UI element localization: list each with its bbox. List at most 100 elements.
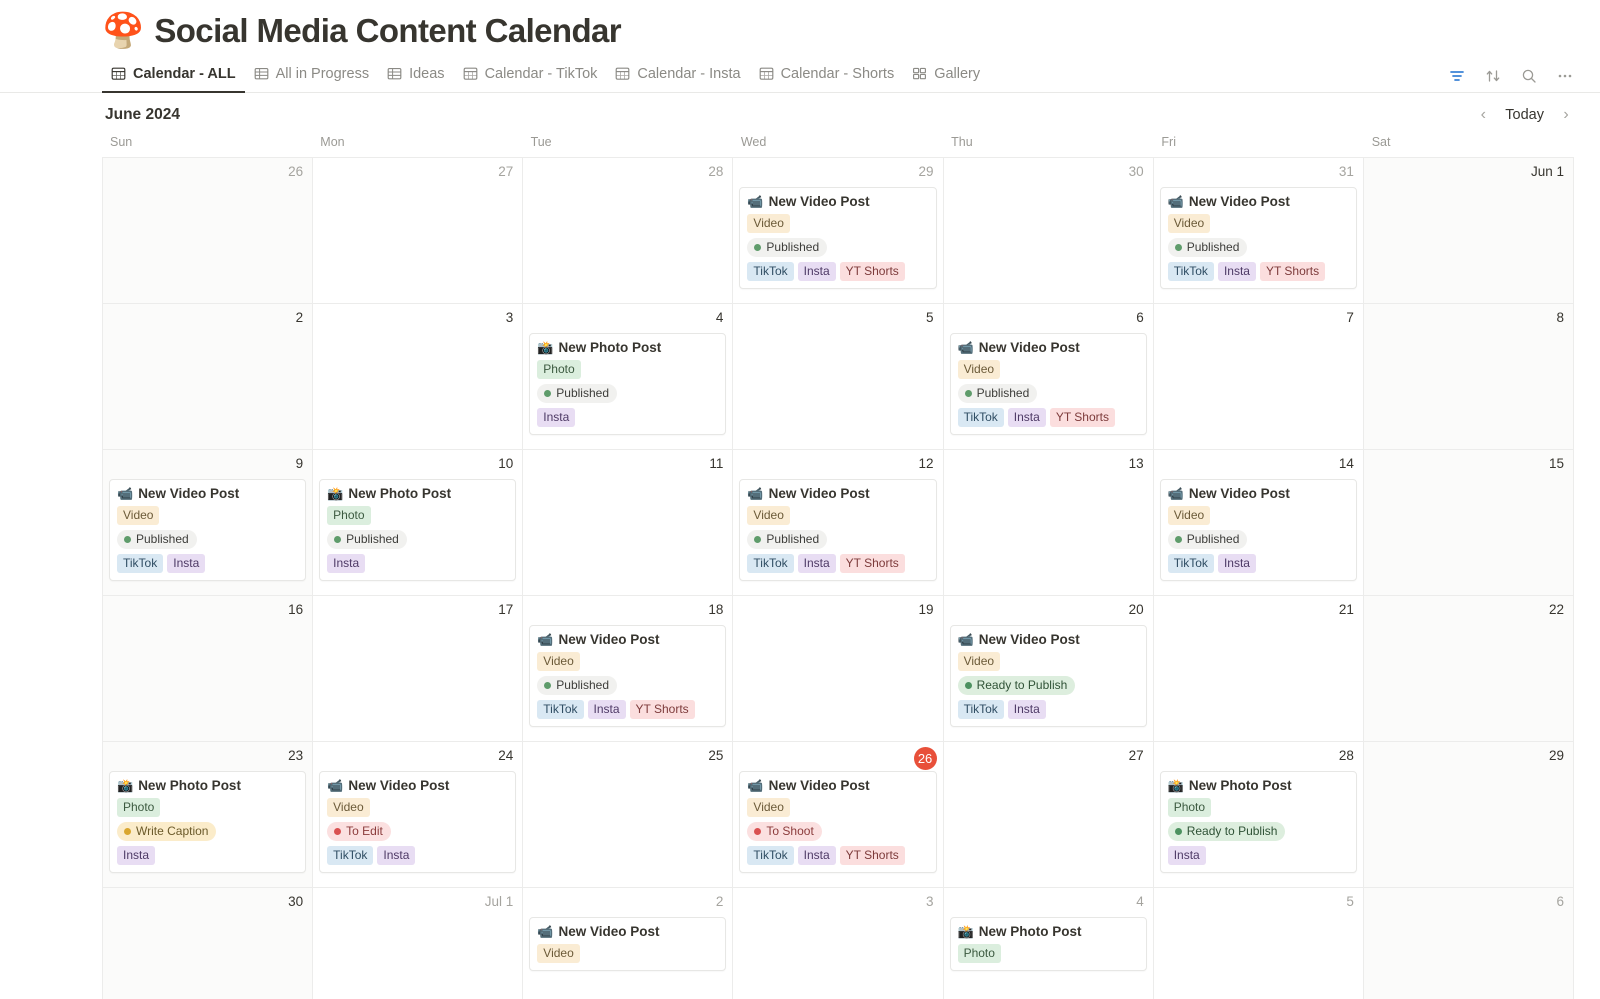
day-number-row: 5: [1160, 893, 1357, 916]
sort-icon[interactable]: [1484, 67, 1502, 85]
calendar-day-cell[interactable]: 3: [313, 304, 524, 450]
event-card[interactable]: 📹 New Video Post Video Published TikTok Insta…: [1159, 187, 1357, 289]
platform-tag: YT Shorts: [839, 846, 905, 865]
content-type-tag: Video: [957, 360, 1001, 379]
calendar-day-cell[interactable]: 5: [1153, 888, 1364, 999]
event-card[interactable]: 📸 New Photo Post Photo Published Insta: [319, 479, 517, 581]
calendar-day-cell[interactable]: 18 📹 New Video Post Video Published TikTok Ins…: [523, 596, 734, 742]
calendar-day-cell[interactable]: Jul 1: [313, 888, 524, 999]
calendar-day-cell[interactable]: 2: [103, 304, 314, 450]
today-button[interactable]: Today: [1505, 107, 1544, 123]
platform-tag: TikTok: [747, 846, 794, 865]
calendar-day-cell[interactable]: 30: [103, 888, 314, 999]
event-card[interactable]: 📹 New Video Post Video To Shoot TikTok Insta Y…: [739, 771, 937, 873]
calendar-day-cell[interactable]: 3: [733, 888, 944, 999]
calendar-week-row: 9 📹 New Video Post Video Published TikTok Inst…: [103, 450, 1574, 596]
day-number: 17: [498, 602, 514, 617]
status-label: Ready to Publish: [1186, 824, 1278, 838]
search-icon[interactable]: [1520, 67, 1538, 85]
calendar-day-cell[interactable]: 27: [943, 742, 1154, 888]
tab-gallery[interactable]: Gallery: [903, 55, 989, 92]
calendar-day-cell[interactable]: 20 📹 New Video Post Video Ready to Publish Ti…: [943, 596, 1154, 742]
calendar-day-cell[interactable]: 28: [523, 158, 734, 304]
calendar-day-cell[interactable]: 4 📸 New Photo Post Photo Published Insta: [523, 304, 734, 450]
status-badge: Published: [747, 238, 828, 257]
event-card[interactable]: 📸 New Photo Post Photo Write Caption Insta: [109, 771, 307, 873]
calendar-day-cell[interactable]: 19: [733, 596, 944, 742]
event-card[interactable]: 📹 New Video Post Video Published TikTok Insta…: [739, 187, 937, 289]
calendar-day-cell[interactable]: 11: [523, 450, 734, 596]
filter-icon[interactable]: [1448, 67, 1466, 85]
calendar-day-cell[interactable]: Jun 1: [1363, 158, 1574, 304]
status-badge: Ready to Publish: [1167, 822, 1286, 841]
calendar-day-cell[interactable]: 16: [103, 596, 314, 742]
calendar-day-cell[interactable]: 12 📹 New Video Post Video Published TikTok Ins…: [733, 450, 944, 596]
calendar-day-cell[interactable]: 6: [1363, 888, 1574, 999]
calendar-day-cell[interactable]: 25: [523, 742, 734, 888]
event-card[interactable]: 📸 New Photo Post Photo Published Insta: [529, 333, 727, 435]
calendar-day-cell[interactable]: 14 📹 New Video Post Video Published TikTok Ins…: [1153, 450, 1364, 596]
event-card[interactable]: 📹 New Video Post Video Published TikTok Insta: [1159, 479, 1357, 581]
calendar-day-cell[interactable]: 4 📸 New Photo Post Photo: [943, 888, 1154, 999]
event-card[interactable]: 📸 New Photo Post Photo Ready to Publish Inst…: [1159, 771, 1357, 873]
tab-calendar-all[interactable]: Calendar - ALL: [102, 55, 245, 93]
platform-tag: TikTok: [327, 846, 374, 865]
calendar-day-cell[interactable]: 2 📹 New Video Post Video: [523, 888, 734, 999]
calendar-day-cell[interactable]: 27: [313, 158, 524, 304]
event-card[interactable]: 📹 New Video Post Video Published TikTok Insta…: [949, 333, 1147, 435]
day-number: 9: [295, 456, 304, 471]
calendar-day-cell[interactable]: 7: [1153, 304, 1364, 450]
calendar-day-cell[interactable]: 30: [943, 158, 1154, 304]
event-card[interactable]: 📹 New Video Post Video Published TikTok Insta…: [739, 479, 937, 581]
calendar-day-cell[interactable]: 21: [1153, 596, 1364, 742]
calendar-day-cell[interactable]: 13: [943, 450, 1154, 596]
calendar-day-cell[interactable]: 24 📹 New Video Post Video To Edit TikTok Insta: [313, 742, 524, 888]
calendar-day-cell[interactable]: 8: [1363, 304, 1574, 450]
calendar-day-cell[interactable]: 15: [1363, 450, 1574, 596]
calendar-week-row: 2 3 4 📸 New Photo Post Photo Published Insta 5 6 📹…: [103, 304, 1574, 450]
calendar-day-cell[interactable]: 5: [733, 304, 944, 450]
calendar-day-cell[interactable]: 17: [313, 596, 524, 742]
day-number-row: 4: [950, 893, 1147, 916]
calendar-day-cell[interactable]: 26: [103, 158, 314, 304]
tab-calendar-tiktok[interactable]: Calendar - TikTok: [454, 55, 607, 92]
next-month-button[interactable]: ›: [1558, 107, 1574, 123]
weekday-label-mon: Mon: [320, 135, 345, 149]
calendar-day-cell[interactable]: 29: [1363, 742, 1574, 888]
calendar-day-cell[interactable]: 9 📹 New Video Post Video Published TikTok Inst…: [103, 450, 314, 596]
status-badge: Published: [117, 530, 197, 549]
day-number: Jun 1: [1530, 164, 1564, 179]
calendar-day-cell[interactable]: 22: [1363, 596, 1574, 742]
platform-tag: TikTok: [1167, 554, 1214, 573]
event-card[interactable]: 📹 New Video Post Video: [529, 917, 727, 971]
day-number: 23: [288, 748, 304, 763]
status-badge: Published: [747, 530, 828, 549]
day-number-row: Jul 1: [319, 893, 516, 916]
calendar-day-cell[interactable]: 29 📹 New Video Post Video Published TikTok Ins…: [733, 158, 944, 304]
calendar-day-cell[interactable]: 23 📸 New Photo Post Photo Write Caption Insta: [103, 742, 314, 888]
day-number: 29: [1548, 748, 1564, 763]
calendar-day-cell[interactable]: 10 📸 New Photo Post Photo Published Insta: [313, 450, 524, 596]
event-card[interactable]: 📹 New Video Post Video Published TikTok Insta: [109, 479, 307, 581]
event-title-text: New Video Post: [558, 924, 660, 939]
calendar-day-cell[interactable]: 26 📹 New Video Post Video To Shoot TikTok Inst…: [733, 742, 944, 888]
video-camera-icon: 📹: [537, 924, 554, 939]
event-card-title: 📸 New Photo Post: [1168, 778, 1349, 793]
more-options-icon[interactable]: [1556, 67, 1574, 85]
prev-month-button[interactable]: ‹: [1475, 107, 1491, 123]
calendar-day-cell[interactable]: 31 📹 New Video Post Video Published TikTok Ins…: [1153, 158, 1364, 304]
tab-ideas[interactable]: Ideas: [378, 55, 453, 92]
status-badge: To Shoot: [747, 822, 822, 841]
event-card[interactable]: 📹 New Video Post Video To Edit TikTok Insta: [319, 771, 517, 873]
platform-tag: Insta: [587, 700, 626, 719]
day-number-row: 6: [1370, 893, 1567, 916]
tab-all-in-progress[interactable]: All in Progress: [245, 55, 378, 92]
tab-calendar-insta[interactable]: Calendar - Insta: [606, 55, 749, 92]
event-card[interactable]: 📹 New Video Post Video Ready to Publish TikT…: [949, 625, 1147, 727]
calendar-day-cell[interactable]: 6 📹 New Video Post Video Published TikTok Inst…: [943, 304, 1154, 450]
event-card[interactable]: 📹 New Video Post Video Published TikTok Insta…: [529, 625, 727, 727]
calendar-day-cell[interactable]: 28 📸 New Photo Post Photo Ready to Publish In…: [1153, 742, 1364, 888]
tab-calendar-shorts[interactable]: Calendar - Shorts: [750, 55, 904, 92]
event-card[interactable]: 📸 New Photo Post Photo: [949, 917, 1147, 971]
page-title: Social Media Content Calendar: [154, 12, 622, 49]
